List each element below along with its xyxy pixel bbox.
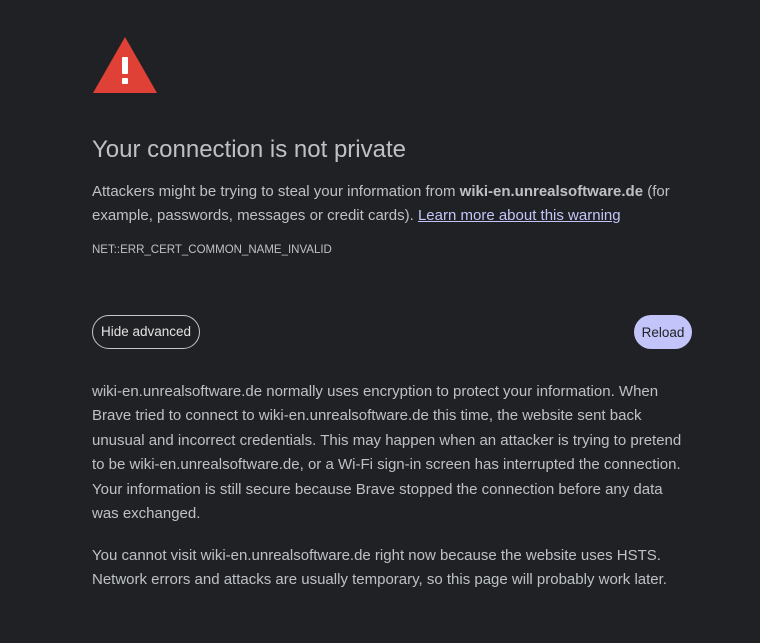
- learn-more-link[interactable]: Learn more about this warning: [418, 207, 621, 224]
- details-paragraph-1: wiki-en.unrealsoftware.de normally uses …: [92, 383, 682, 523]
- warning-triangle-icon: [93, 37, 157, 93]
- interstitial-page: Your connection is not private Attackers…: [0, 0, 760, 643]
- exclamation-bar: [122, 57, 128, 74]
- exclamation-dot: [122, 78, 128, 84]
- page-title: Your connection is not private: [92, 136, 406, 163]
- intro-paragraph: Attackers might be trying to steal your …: [92, 180, 692, 228]
- hide-advanced-button[interactable]: Hide advanced: [92, 315, 201, 349]
- reload-button[interactable]: Reload: [634, 315, 692, 349]
- error-code: NET::ERR_CERT_COMMON_NAME_INVALID: [92, 244, 332, 256]
- intro-prefix: Attackers might be trying to steal your …: [92, 183, 460, 200]
- details-paragraph-2: You cannot visit wiki-en.unrealsoftware.…: [92, 547, 667, 589]
- site-domain: wiki-en.unrealsoftware.de: [459, 183, 644, 200]
